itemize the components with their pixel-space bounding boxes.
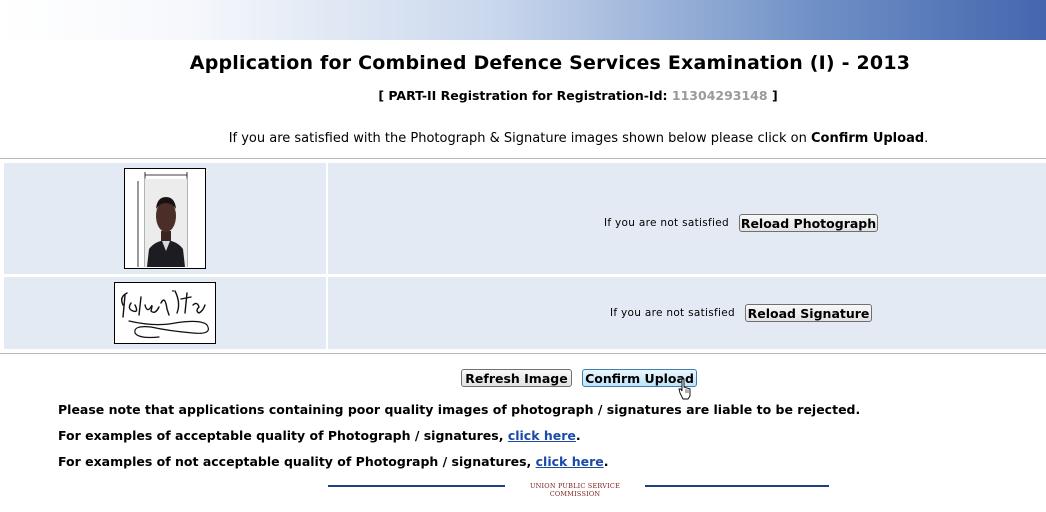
page-title: Application for Combined Defence Service… — [189, 52, 911, 74]
acceptable-period: . — [575, 428, 581, 443]
instruction-emphasis: Confirm Upload — [810, 131, 925, 146]
footer-divider-right — [645, 485, 829, 487]
acceptable-examples-text: For examples of acceptable quality of Ph… — [58, 428, 504, 443]
instruction-text: If you are satisfied with the Photograph… — [0, 131, 1046, 146]
registration-id: 11304293148 — [671, 88, 768, 103]
not-acceptable-period: . — [603, 454, 609, 469]
not-acceptable-examples-link[interactable]: click here — [536, 454, 604, 469]
footer-commission-name: UNION PUBLIC SERVICE COMMISSION — [529, 482, 621, 498]
signature-action-cell: If you are not satisfied Reload Signatur… — [328, 277, 1046, 349]
photo-not-satisfied-text: If you are not satisfied — [604, 217, 729, 229]
reload-signature-button[interactable]: Reload Signature — [745, 304, 872, 322]
applicant-photo — [124, 168, 206, 269]
instruction-body: If you are satisfied with the Photograph… — [228, 131, 807, 146]
instruction-period: . — [924, 131, 929, 146]
signature-not-satisfied-text: If you are not satisfied — [610, 307, 735, 319]
registration-line: [ PART-II Registration for Registration-… — [0, 88, 1046, 103]
not-acceptable-examples-line: For examples of not acceptable quality o… — [58, 454, 608, 469]
footer-divider-left — [328, 485, 505, 487]
refresh-image-button[interactable]: Refresh Image — [461, 369, 572, 387]
header-banner — [0, 0, 1046, 40]
photo-action-cell: If you are not satisfied Reload Photogra… — [328, 163, 1046, 274]
not-acceptable-examples-text: For examples of not acceptable quality o… — [58, 454, 532, 469]
photo-image-cell — [4, 163, 326, 274]
quality-warning: Please note that applications containing… — [58, 402, 861, 417]
acceptable-examples-link[interactable]: click here — [508, 428, 576, 443]
signature-image-cell — [4, 277, 326, 349]
reload-photograph-button[interactable]: Reload Photograph — [739, 214, 878, 232]
applicant-signature — [114, 282, 216, 344]
upload-table: If you are not satisfied Reload Photogra… — [0, 158, 1046, 354]
photo-graphic — [125, 169, 205, 268]
acceptable-examples-line: For examples of acceptable quality of Ph… — [58, 428, 581, 443]
registration-suffix: ] — [771, 88, 778, 103]
signature-graphic — [120, 290, 209, 339]
mouse-pointer-icon — [678, 378, 691, 400]
registration-prefix: [ PART-II Registration for Registration-… — [378, 88, 668, 103]
